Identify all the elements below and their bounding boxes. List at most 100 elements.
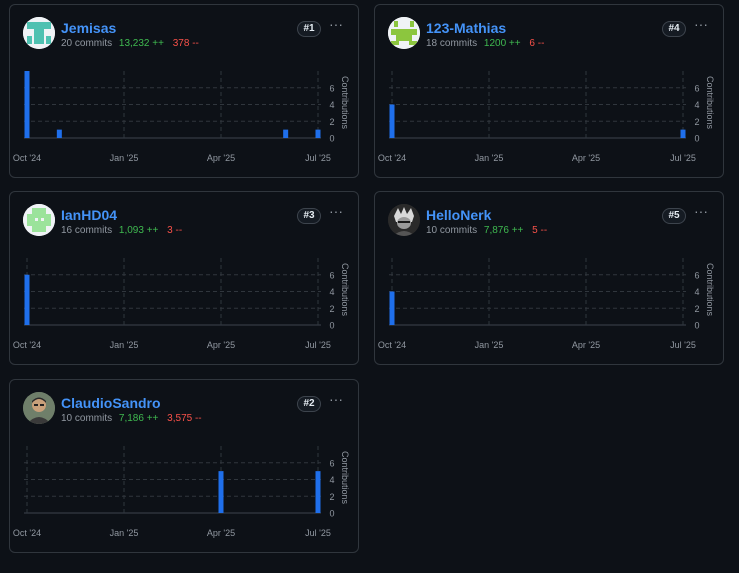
avatar[interactable] (388, 17, 420, 49)
y-tick-label: 2 (329, 117, 334, 127)
deletions-count: 3,575 -- (167, 413, 202, 424)
contribution-bar (56, 129, 62, 138)
y-tick-label: 0 (694, 134, 699, 144)
y-tick-label: 4 (329, 100, 334, 110)
x-tick-label: Jan '25 (110, 153, 139, 163)
y-axis-label: Contributions (340, 451, 350, 505)
contributor-card: IanHD04 16 commits 1,093 ++ 3 -- #3 ··· … (9, 191, 359, 365)
rank-badge: #5 (662, 208, 686, 224)
y-axis-label: Contributions (705, 263, 715, 317)
contributor-stats: 10 commits 7,876 ++ 5 -- (426, 225, 547, 236)
contributor-card: ClaudioSandro 10 commits 7,186 ++ 3,575 … (9, 379, 359, 553)
y-tick-label: 4 (694, 100, 699, 110)
contributor-stats: 20 commits 13,232 ++ 378 -- (61, 38, 199, 49)
contributor-card: HelloNerk 10 commits 7,876 ++ 5 -- #5 ··… (374, 191, 724, 365)
additions-count: 1,093 ++ (118, 225, 159, 236)
identicon-avatar-icon (23, 204, 55, 236)
y-axis-label: Contributions (340, 76, 350, 130)
y-axis-label: Contributions (340, 263, 350, 317)
rank-badge: #2 (297, 396, 321, 412)
contribution-bar (680, 129, 686, 138)
y-tick-label: 0 (329, 509, 334, 519)
y-tick-label: 6 (694, 270, 699, 280)
more-options-button[interactable]: ··· (326, 392, 346, 410)
rank-badge: #1 (297, 21, 321, 37)
y-tick-label: 0 (694, 321, 699, 331)
x-tick-label: Jul '25 (670, 340, 696, 350)
photo-avatar-icon (23, 392, 55, 424)
x-tick-label: Oct '24 (378, 153, 406, 163)
x-tick-label: Jul '25 (305, 153, 331, 163)
y-tick-label: 2 (694, 304, 699, 314)
y-axis-label: Contributions (705, 76, 715, 130)
commit-count: 18 commits (426, 38, 478, 49)
contributor-stats: 18 commits 1200 ++ 6 -- (426, 38, 544, 49)
y-tick-label: 0 (329, 134, 334, 144)
x-tick-label: Jul '25 (305, 340, 331, 350)
x-tick-label: Jan '25 (475, 340, 504, 350)
y-tick-label: 4 (329, 475, 334, 485)
commit-count: 16 commits (61, 225, 113, 236)
y-tick-label: 6 (694, 83, 699, 93)
x-tick-label: Apr '25 (572, 153, 600, 163)
avatar[interactable] (388, 204, 420, 236)
additions-count: 13,232 ++ (118, 38, 164, 49)
contributor-name-link[interactable]: IanHD04 (61, 207, 117, 223)
x-tick-label: Apr '25 (207, 340, 235, 350)
commit-count: 10 commits (61, 413, 113, 424)
x-tick-label: Jan '25 (110, 340, 139, 350)
x-tick-label: Apr '25 (207, 528, 235, 538)
contributor-name-link[interactable]: ClaudioSandro (61, 395, 161, 411)
more-options-button[interactable]: ··· (691, 17, 711, 35)
contributor-card: Jemisas 20 commits 13,232 ++ 378 -- #1 ·… (9, 4, 359, 178)
avatar[interactable] (23, 392, 55, 424)
deletions-count: 6 -- (529, 38, 545, 49)
contribution-bar (389, 291, 395, 325)
x-tick-label: Jul '25 (670, 153, 696, 163)
x-tick-label: Apr '25 (572, 340, 600, 350)
avatar[interactable] (23, 17, 55, 49)
contributor-name-link[interactable]: HelloNerk (426, 207, 491, 223)
photo-avatar-icon (388, 204, 420, 236)
more-options-button[interactable]: ··· (691, 204, 711, 222)
y-tick-label: 6 (329, 83, 334, 93)
additions-count: 7,186 ++ (118, 413, 159, 424)
avatar[interactable] (23, 204, 55, 236)
y-tick-label: 4 (329, 287, 334, 297)
contributions-chart: 0 2 4 6 Oct '24 Jan '25 Apr '25 Jul '25 Contribu… (13, 446, 350, 538)
contribution-bar (218, 471, 224, 513)
deletions-count: 3 -- (167, 225, 183, 236)
more-options-button[interactable]: ··· (326, 204, 346, 222)
contributions-chart: 0 2 4 6 Oct '24 Jan '25 Apr '25 Jul '25 Contribu… (378, 71, 715, 163)
contribution-bar (315, 471, 321, 513)
x-tick-label: Jan '25 (475, 153, 504, 163)
identicon-avatar-icon (23, 17, 55, 49)
commit-count: 10 commits (426, 225, 478, 236)
contributions-chart: 0 2 4 6 Oct '24 Jan '25 Apr '25 Jul '25 Contribu… (13, 258, 350, 350)
x-tick-label: Oct '24 (378, 340, 406, 350)
y-tick-label: 6 (329, 270, 334, 280)
additions-count: 1200 ++ (483, 38, 521, 49)
contributor-name-link[interactable]: Jemisas (61, 20, 116, 36)
contribution-bar (315, 129, 321, 138)
rank-badge: #3 (297, 208, 321, 224)
x-tick-label: Oct '24 (13, 153, 41, 163)
contribution-bar (24, 274, 30, 325)
y-tick-label: 2 (329, 492, 334, 502)
x-tick-label: Jul '25 (305, 528, 331, 538)
x-tick-label: Apr '25 (207, 153, 235, 163)
x-tick-label: Oct '24 (13, 340, 41, 350)
y-tick-label: 0 (329, 321, 334, 331)
contributor-name-link[interactable]: 123-Mathias (426, 20, 506, 36)
y-tick-label: 4 (694, 287, 699, 297)
x-tick-label: Oct '24 (13, 528, 41, 538)
identicon-avatar-icon (388, 17, 420, 49)
contribution-bar (24, 71, 30, 138)
x-tick-label: Jan '25 (110, 528, 139, 538)
more-options-button[interactable]: ··· (326, 17, 346, 35)
additions-count: 7,876 ++ (483, 225, 524, 236)
contribution-bar (283, 129, 289, 138)
commit-count: 20 commits (61, 38, 113, 49)
contributions-chart: 0 2 4 6 Oct '24 Jan '25 Apr '25 Jul '25 Contribu… (13, 71, 350, 163)
contributor-stats: 10 commits 7,186 ++ 3,575 -- (61, 413, 202, 424)
